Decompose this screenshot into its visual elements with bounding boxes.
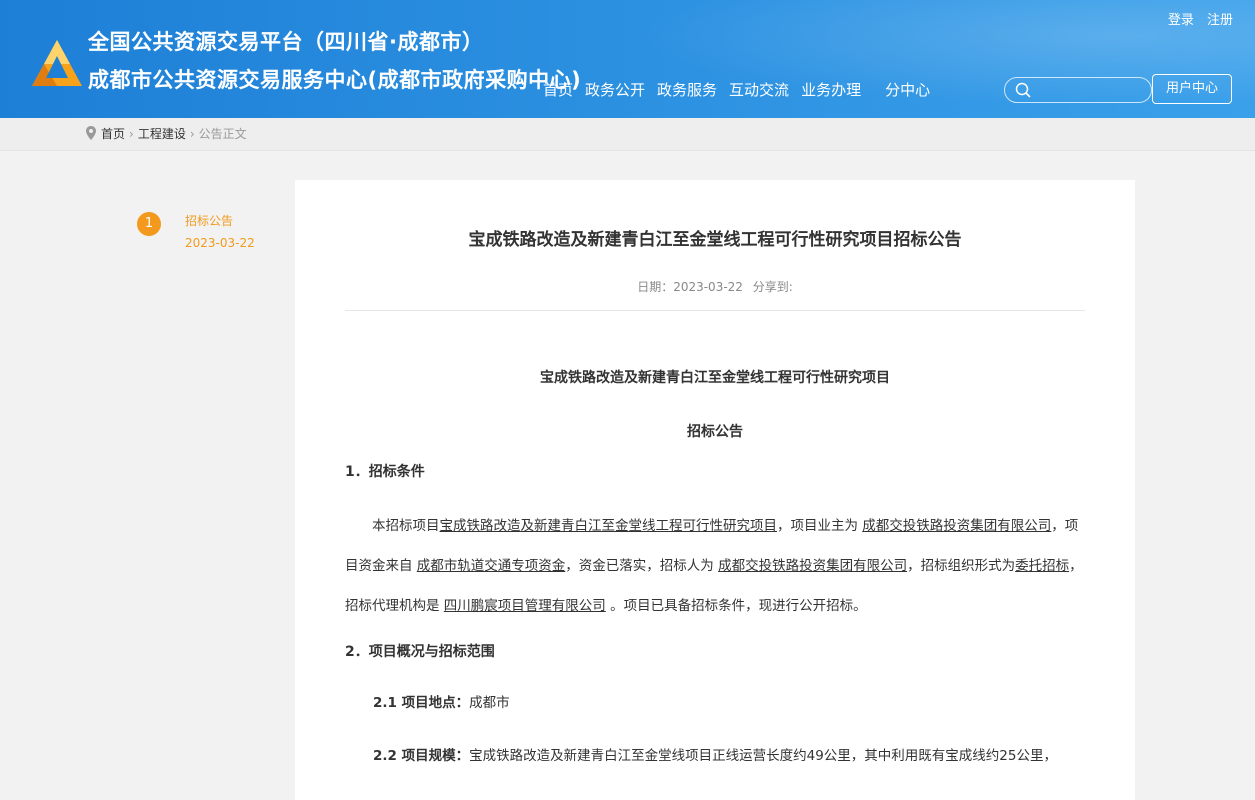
project-owner: 成都交投铁路投资集团有限公司 (862, 518, 1052, 534)
platform-title: 全国公共资源交易平台（四川省·成都市） (88, 30, 484, 54)
article-title: 宝成铁路改造及新建青白江至金堂线工程可行性研究项目招标公告 (468, 230, 962, 250)
section-heading: 2．项目概况与招标范围 (345, 644, 495, 660)
share-label: 分享到: (752, 280, 793, 294)
breadcrumb: 首页 › 工程建设 › 公告正文 (0, 118, 1255, 151)
nav-branch-center[interactable]: 分中心 (885, 79, 930, 100)
location-pin-icon (86, 126, 96, 140)
article-meta: 日期：2023-03-22 分享到: (295, 278, 1135, 295)
timeline-label[interactable]: 招标公告 (185, 212, 233, 229)
nav-interaction[interactable]: 互动交流 (729, 79, 789, 100)
project-scale: 2.2 项目规模：宝成铁路改造及新建青白江至金堂线项目正线运营长度约49公里，其… (373, 748, 1057, 764)
nav-home[interactable]: 首页 (543, 79, 573, 100)
tender-form: 委托招标 (1015, 558, 1070, 574)
article-panel: 宝成铁路改造及新建青白江至金堂线工程可行性研究项目招标公告 日期：2023-03… (295, 180, 1135, 800)
article-date: 日期：2023-03-22 (637, 280, 743, 294)
nav-business[interactable]: 业务办理 (801, 79, 861, 100)
site-logo-icon (32, 40, 82, 86)
center-title: 成都市公共资源交易服务中心(成都市政府采购中心) (88, 68, 582, 92)
timeline-date: 2023-03-22 (185, 236, 255, 250)
main-nav: 首页 政务公开 政务服务 互动交流 业务办理 分中心 (543, 79, 942, 100)
site-header: 全国公共资源交易平台（四川省·成都市） 成都市公共资源交易服务中心(成都市政府采… (0, 0, 1255, 118)
nav-government-affairs[interactable]: 政务公开 (585, 79, 645, 100)
register-link[interactable]: 注册 (1207, 13, 1233, 28)
search-input[interactable] (1039, 80, 1147, 100)
tenderer: 成都交投铁路投资集团有限公司 (718, 558, 908, 574)
section-paragraph: 本招标项目宝成铁路改造及新建青白江至金堂线工程可行性研究项目，项目业主为 成都交… (345, 518, 1083, 614)
nav-government-services[interactable]: 政务服务 (657, 79, 717, 100)
breadcrumb-current: 公告正文 (198, 127, 247, 141)
breadcrumb-category[interactable]: 工程建设 (138, 127, 186, 141)
timeline-step-badge: 1 (137, 212, 161, 236)
tender-agency: 四川鹏宸项目管理有限公司 (443, 598, 606, 614)
search-icon[interactable] (1015, 82, 1031, 98)
login-link[interactable]: 登录 (1168, 13, 1194, 28)
article-subtitle: 宝成铁路改造及新建青白江至金堂线工程可行性研究项目 (540, 370, 890, 386)
auth-links: 登录 注册 (1159, 9, 1233, 28)
section-heading: 1．招标条件 (345, 464, 425, 480)
breadcrumb-home[interactable]: 首页 (101, 127, 125, 141)
divider (345, 310, 1085, 311)
user-center-button[interactable]: 用户中心 (1152, 74, 1232, 104)
breadcrumb-separator: › (189, 127, 195, 141)
project-name: 宝成铁路改造及新建青白江至金堂线工程可行性研究项目 (439, 518, 778, 534)
breadcrumb-separator: › (129, 127, 134, 141)
article-subtitle-notice: 招标公告 (687, 424, 743, 440)
fund-source: 成都市轨道交通专项资金 (416, 558, 566, 574)
project-location: 2.1 项目地点：成都市 (373, 695, 510, 711)
search-box (1004, 77, 1152, 103)
